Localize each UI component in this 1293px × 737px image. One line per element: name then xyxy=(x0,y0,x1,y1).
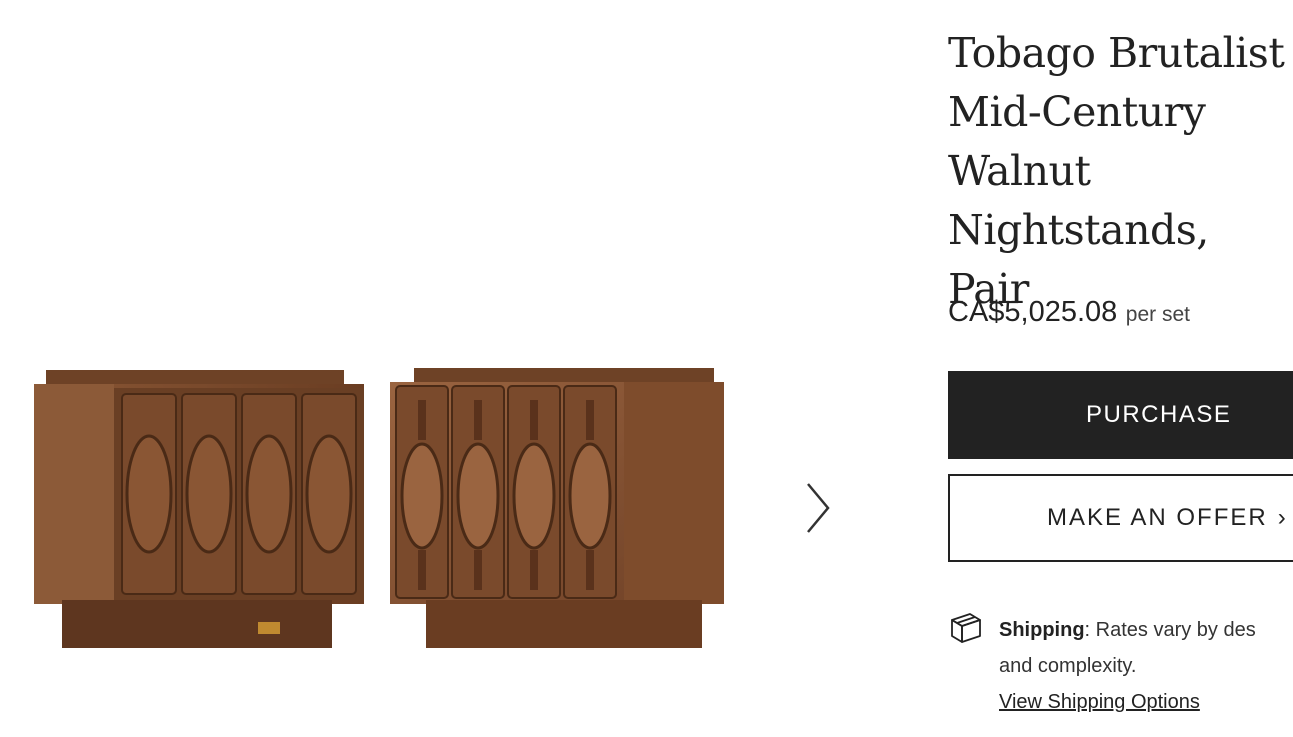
chevron-right-icon[interactable] xyxy=(796,480,840,536)
product-details: Tobago Brutalist Mid-Century Walnut Nigh… xyxy=(948,0,1293,737)
price-unit: per set xyxy=(1125,303,1190,326)
shipping-rate-text-cont: and complexity. xyxy=(999,655,1137,677)
title-line: Mid-Century xyxy=(948,88,1206,136)
shipping-info: Shipping: Rates vary by des and complexi… xyxy=(999,612,1293,720)
shipping-rate-text: : Rates vary by des xyxy=(1084,619,1256,641)
make-offer-label: MAKE AN OFFER xyxy=(1047,504,1268,531)
right-nightstand xyxy=(390,368,724,648)
chevron-right-icon: › xyxy=(1277,504,1288,531)
view-shipping-options-link[interactable]: View Shipping Options xyxy=(999,684,1293,720)
price-row: CA$5,025.08 per set xyxy=(948,296,1190,329)
product-title: Tobago Brutalist Mid-Century Walnut Nigh… xyxy=(948,24,1288,319)
purchase-button[interactable]: PURCHASE xyxy=(948,371,1293,459)
shipping-line: Shipping: Rates vary by des xyxy=(999,619,1256,641)
package-icon xyxy=(951,613,981,643)
product-gallery xyxy=(0,0,900,737)
title-line: Tobago Brutalist xyxy=(948,29,1285,77)
left-nightstand xyxy=(34,370,364,648)
shipping-label: Shipping xyxy=(999,619,1085,641)
make-offer-button[interactable]: MAKE AN OFFER › xyxy=(948,474,1293,562)
price-value: CA$5,025.08 xyxy=(948,296,1118,328)
product-image[interactable] xyxy=(30,360,730,660)
title-line: Walnut xyxy=(948,147,1091,195)
